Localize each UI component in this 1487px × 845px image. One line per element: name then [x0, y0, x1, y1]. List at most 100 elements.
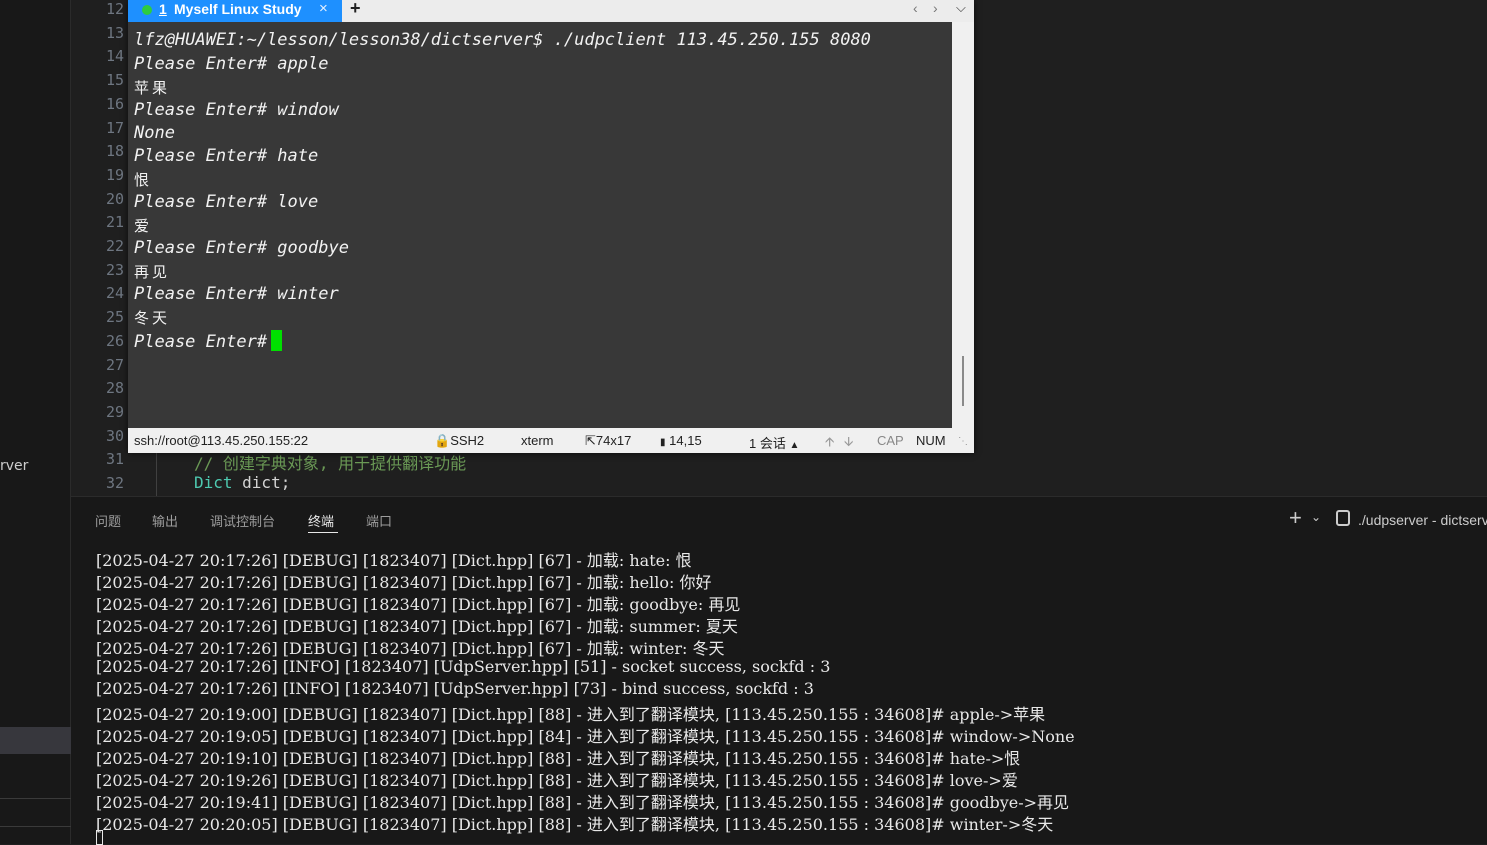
log-line: [2025-04-27 20:20:05] [DEBUG] [1823407] …	[96, 815, 1054, 834]
terminal-input-line: Please Enter# winter	[134, 284, 339, 304]
terminal-input-line: Please Enter# hate	[134, 146, 319, 166]
line-number: 15	[105, 71, 124, 90]
terminal-translation-line: 冬天	[134, 309, 171, 327]
log-line: [2025-04-27 20:17:26] [DEBUG] [1823407] …	[96, 595, 741, 614]
line-number: 18	[105, 142, 124, 161]
resize-grip-icon[interactable]: ⋱	[958, 436, 968, 447]
log-line: [2025-04-27 20:17:26] [INFO] [1823407] […	[96, 657, 831, 676]
bottom-panel: 问题 输出 调试控制台 终端 端口 + ⌄ ./udpserver - dictserv…	[71, 496, 1487, 845]
active-tab-indicator	[308, 532, 338, 533]
terminal-input-line: Please Enter# love	[134, 192, 319, 212]
indent-guide	[156, 448, 157, 496]
session-tab[interactable]: 1 Myself Linux Study ×	[128, 0, 342, 22]
session-tab-number: 1	[159, 1, 167, 17]
new-tab-button[interactable]: +	[350, 0, 361, 19]
log-line: [2025-04-27 20:17:26] [DEBUG] [1823407] …	[96, 617, 738, 636]
sidebar-divider	[0, 826, 71, 827]
position-icon: ▮	[660, 437, 666, 448]
line-number: 19	[105, 165, 124, 184]
line-number: 12	[105, 0, 124, 18]
panel-tab[interactable]: 端口	[366, 511, 392, 530]
log-line: [2025-04-27 20:19:26] [DEBUG] [1823407] …	[96, 771, 1018, 790]
terminal-size-label: 74x17	[595, 433, 632, 448]
terminal-scrollbar[interactable]	[952, 22, 974, 428]
log-line: [2025-04-27 20:17:26] [DEBUG] [1823407] …	[96, 551, 692, 570]
terminal-size: ⇱74x17	[585, 433, 631, 449]
terminal-cursor	[271, 330, 283, 351]
terminal-translation-line: 恨	[134, 171, 153, 189]
resize-icon: ⇱	[585, 433, 596, 448]
line-number: 30	[105, 426, 124, 445]
xshell-window[interactable]: 1 Myself Linux Study × + ‹ › ⌵ lfz@HUAWE…	[128, 0, 974, 453]
line-number: 28	[105, 379, 124, 398]
num-lock-indicator: NUM	[916, 433, 946, 448]
log-line: [2025-04-27 20:17:26] [INFO] [1823407] […	[96, 679, 814, 698]
line-number: 16	[105, 94, 124, 113]
terminal-input-line: Please Enter# window	[134, 100, 339, 120]
session-count-label: 1 会话	[749, 436, 786, 451]
line-number: 29	[105, 402, 124, 421]
line-number: 23	[105, 260, 124, 279]
log-line: [2025-04-27 20:19:10] [DEBUG] [1823407] …	[96, 749, 1021, 768]
session-tab-title: Myself Linux Study	[174, 1, 302, 17]
terminal-translation-line: 再见	[134, 263, 171, 281]
line-number: 25	[105, 308, 124, 327]
line-number: 20	[105, 189, 124, 208]
terminal-prompt-line: lfz@HUAWEI:~/lesson/lesson38/dictserver$…	[134, 30, 871, 50]
line-number: 24	[105, 284, 124, 303]
line-number: 32	[105, 474, 124, 492]
connected-status-icon	[142, 5, 152, 15]
line-number: 22	[105, 237, 124, 255]
code-variable-decl: dict;	[232, 473, 291, 492]
terminal-cursor	[96, 830, 103, 845]
sidebar-selected-item[interactable]	[0, 727, 71, 754]
upload-icon[interactable]: 🡩	[825, 433, 834, 455]
cursor-position: ▮ 14,15	[660, 433, 702, 448]
code-comment[interactable]: // 创建字典对象, 用于提供翻译功能	[194, 450, 466, 474]
line-number-gutter: 12 13 14 15 16 17 18 19 20 21 22 23 24 25 26 27 28 29 30 31…	[71, 0, 128, 496]
connection-address: ssh://root@113.45.250.155:22	[134, 433, 309, 448]
terminal-input-line: None	[134, 123, 175, 143]
sidebar: rver	[0, 0, 71, 844]
log-line: [2025-04-27 20:17:26] [DEBUG] [1823407] …	[96, 639, 725, 658]
panel-tab[interactable]: 输出	[152, 511, 178, 530]
log-line: [2025-04-27 20:19:41] [DEBUG] [1823407] …	[96, 793, 1070, 812]
line-number: 17	[105, 118, 124, 137]
terminal-icon	[1336, 510, 1350, 526]
sidebar-item-label[interactable]: rver	[0, 458, 28, 474]
panel-tab[interactable]: 问题	[95, 511, 121, 530]
protocol-status: 🔒SSH2	[434, 433, 484, 449]
line-number: 31	[105, 450, 124, 469]
panel-tab[interactable]: 终端	[308, 511, 334, 530]
terminal-screen[interactable]: lfz@HUAWEI:~/lesson/lesson38/dictserver$…	[128, 22, 952, 428]
download-icon[interactable]: 🡫	[844, 433, 853, 455]
chevron-down-icon[interactable]: ⌵	[956, 0, 966, 16]
code-type-name: Dict	[194, 473, 233, 492]
log-line: [2025-04-27 20:19:05] [DEBUG] [1823407] …	[96, 727, 1075, 746]
line-number: 14	[105, 47, 124, 66]
line-number: 26	[105, 331, 124, 350]
caps-lock-indicator: CAP	[877, 433, 904, 448]
chevron-down-icon[interactable]: ⌄	[1311, 510, 1321, 524]
terminal-input-line: Please Enter#	[134, 330, 283, 352]
line-number: 27	[105, 355, 124, 374]
code-line-dict[interactable]: Dict dict;	[194, 473, 290, 492]
scrollbar-thumb[interactable]	[962, 356, 964, 406]
lock-icon: 🔒	[434, 433, 451, 448]
terminal-instance-label[interactable]: ./udpserver - dictserv	[1358, 512, 1487, 528]
caret-up-icon: ▲	[789, 440, 800, 451]
new-terminal-button[interactable]: +	[1289, 505, 1302, 531]
panel-tab[interactable]: 调试控制台	[210, 511, 275, 530]
protocol-label: SSH2	[450, 433, 485, 448]
xshell-status-bar: ssh://root@113.45.250.155:22 🔒SSH2 xterm…	[128, 428, 974, 453]
log-line: [2025-04-27 20:17:26] [DEBUG] [1823407] …	[96, 573, 712, 592]
terminal-input-line: Please Enter# apple	[134, 54, 329, 74]
session-tab-bar: 1 Myself Linux Study × + ‹ › ⌵	[128, 0, 974, 22]
session-count[interactable]: 1 会话 ▲	[749, 433, 799, 452]
close-tab-icon[interactable]: ×	[319, 0, 328, 17]
line-number: 21	[105, 213, 124, 232]
chevron-right-icon[interactable]: ›	[933, 0, 938, 16]
terminal-translation-line: 苹果	[134, 79, 171, 97]
sidebar-divider	[0, 798, 71, 799]
chevron-left-icon[interactable]: ‹	[913, 0, 918, 16]
